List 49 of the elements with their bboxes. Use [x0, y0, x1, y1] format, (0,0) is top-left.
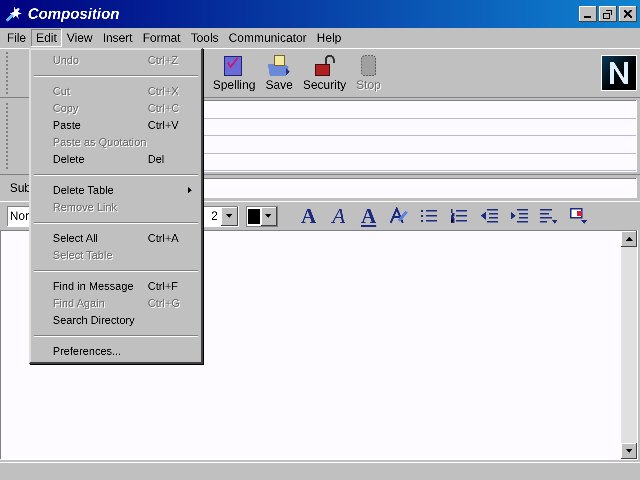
menu-item[interactable]: Select All Ctrl+A [32, 230, 200, 247]
save-icon [266, 54, 292, 78]
underline-glyph: A [361, 204, 377, 228]
outdent-icon [480, 209, 498, 223]
toolbar-button[interactable]: Spelling [208, 54, 261, 92]
format-button[interactable]: A [294, 204, 324, 228]
close-button[interactable] [619, 6, 637, 22]
stop-icon [360, 54, 378, 78]
text-color-button[interactable] [246, 206, 278, 226]
menu-title[interactable]: Format [138, 29, 186, 47]
toolbar-button[interactable]: Security [298, 54, 352, 92]
dropdown-arrow-icon [265, 214, 272, 218]
scroll-down-icon [626, 449, 632, 453]
italic-glyph: A [332, 204, 346, 228]
menu-title[interactable]: View [62, 29, 98, 47]
pen-icon [389, 207, 409, 225]
menu-item[interactable]: Paste Ctrl+V [32, 117, 200, 134]
scrollbar[interactable] [621, 231, 637, 459]
menu-item[interactable]: Delete Table [32, 182, 200, 199]
restore-icon [603, 10, 613, 18]
format-button[interactable]: A [324, 204, 354, 228]
menu-title[interactable]: Insert [98, 29, 138, 47]
indent-icon [510, 209, 528, 223]
menu-title[interactable]: File [2, 29, 32, 47]
padlock-icon [312, 54, 337, 78]
align-left-icon [540, 208, 558, 224]
bold-glyph: A [301, 204, 317, 228]
menu-item[interactable]: Find in Message Ctrl+F [32, 278, 200, 295]
menu-item[interactable]: Delete Del [32, 151, 200, 168]
bullet-list-icon [421, 209, 437, 223]
window-title: Composition [28, 6, 121, 22]
menu-item[interactable]: Preferences... [32, 343, 200, 360]
menu-title[interactable]: Help [312, 29, 347, 47]
toolbar-button[interactable]: Save [260, 54, 298, 92]
minimize-button[interactable] [579, 6, 597, 22]
submenu-arrow-icon [188, 187, 192, 194]
menu-title[interactable]: Tools [186, 29, 224, 47]
dropdown-arrow-icon [226, 214, 233, 218]
format-button[interactable]: A [354, 204, 384, 228]
restore-button[interactable] [599, 6, 617, 22]
menu-title[interactable]: Edit [31, 29, 62, 47]
numbered-list-icon [451, 209, 467, 223]
menu-title[interactable]: Communicator [224, 29, 312, 47]
scroll-up-icon [626, 237, 632, 241]
insert-object-icon [570, 208, 588, 224]
menu-item[interactable]: Search Directory [32, 312, 200, 329]
close-icon [624, 10, 632, 18]
app-icon [4, 4, 24, 24]
logo-icon [601, 55, 637, 91]
